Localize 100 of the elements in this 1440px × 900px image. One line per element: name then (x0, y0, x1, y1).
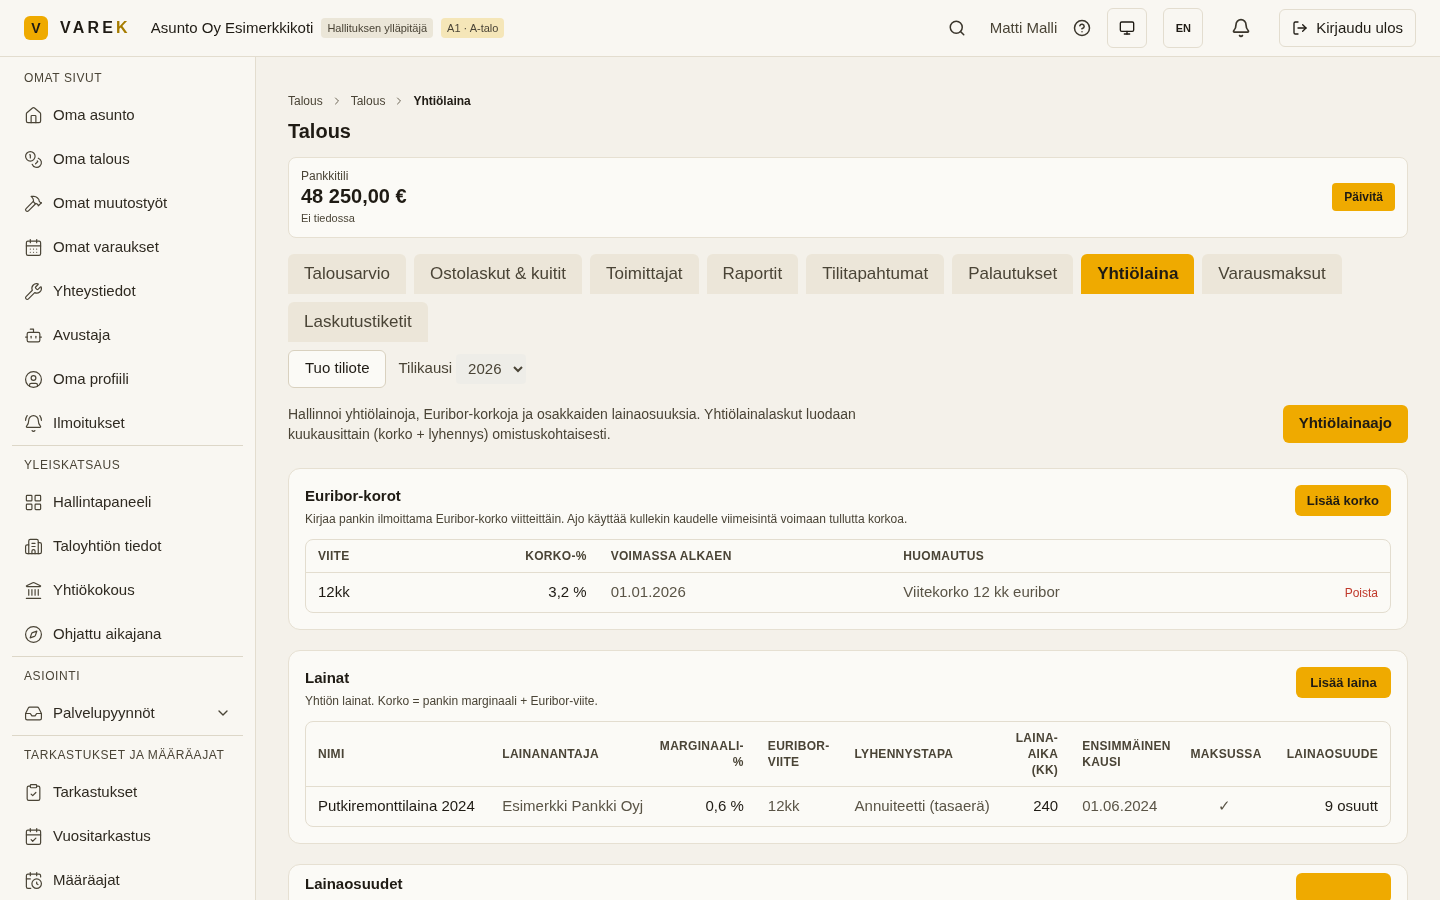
calendar-clock-icon (24, 870, 43, 890)
table-cell: 240 (1033, 797, 1059, 814)
table-cell: 9 osuutt (1324, 797, 1378, 814)
table-cell: Esimerkki Pankki Oyj (502, 797, 644, 814)
section-description: Yhtiön lainat. Korko = pankin marginaali + Euribor-viite. (305, 693, 598, 709)
column-header: LYHENNYSTAPA (854, 747, 954, 761)
column-header: LAINA-AIKA (KK) (1015, 731, 1059, 777)
display-button[interactable] (1107, 8, 1148, 48)
house-icon (24, 105, 43, 125)
delete-link[interactable]: Poista (1344, 585, 1378, 601)
bell-icon[interactable] (1231, 18, 1252, 38)
column-header: MAKSUSSA (1190, 747, 1262, 761)
table-cell: 01.06.2024 (1082, 797, 1158, 814)
column-header: KORKO-% (525, 549, 587, 563)
column-header: HUOMAUTUS (903, 549, 985, 563)
loan-run-button[interactable]: Yhtiölainaajo (1282, 404, 1408, 443)
table-cell: 0,6 % (705, 797, 744, 814)
sidebar-item[interactable]: Vuositarkastus (12, 814, 243, 858)
column-header: VOIMASSA ALKAEN (610, 549, 732, 563)
tab[interactable]: Tilitapahtumat (806, 253, 945, 294)
section-title: Lainaosuudet (305, 873, 403, 894)
sidebar-item[interactable]: Yhtiökokous (12, 568, 243, 612)
balance-note: Ei tiedossa (301, 211, 356, 226)
add-button[interactable]: Lisää korko (1294, 484, 1391, 516)
sidebar-item[interactable]: Oma talous (12, 137, 243, 181)
grid-icon (24, 492, 43, 512)
bell-icon (24, 413, 43, 433)
sidebar-item[interactable]: Tarkastukset (12, 770, 243, 814)
table-cell: 12kk (318, 583, 350, 600)
tab[interactable]: Talousarvio (288, 253, 406, 294)
logout-button[interactable]: Kirjaudu ulos (1279, 9, 1416, 47)
tab[interactable]: Varausmaksut (1202, 253, 1342, 294)
sidebar-item[interactable]: Oma asunto (12, 93, 243, 137)
refresh-button[interactable]: Päivitä (1332, 183, 1395, 212)
tab[interactable]: Yhtiölaina (1081, 253, 1195, 294)
search-icon[interactable] (947, 19, 966, 37)
coins-icon (24, 149, 43, 169)
tab[interactable]: Toimittajat (590, 253, 699, 294)
sidebar-item[interactable]: Taloyhtiön tiedot (12, 524, 243, 568)
building-icon (24, 536, 43, 556)
sidebar-item[interactable]: Määräajat (12, 858, 243, 900)
sidebar-item[interactable]: Omat muutostyöt (12, 181, 243, 225)
sidebar-item[interactable]: Ohjattu aikajana (12, 612, 243, 656)
calendar-check-icon (24, 826, 43, 846)
column-header: EURIBOR-VIITE (767, 739, 830, 769)
table-cell: Putkiremonttilaina 2024 (318, 797, 475, 814)
page-title: Talous (288, 119, 352, 144)
bank-balance: 48 250,00 € (301, 184, 407, 208)
table-cell: 3,2 % (548, 583, 587, 600)
sidebar-heading: YLEISKATSAUS (24, 458, 121, 472)
table-cell: ✓ (1218, 797, 1232, 814)
logo-text: VARE K (60, 18, 131, 38)
period-label: Tilikausi (398, 358, 453, 379)
help-icon[interactable] (1073, 19, 1092, 37)
section-title: Euribor-korot (305, 485, 402, 506)
breadcrumb-link[interactable]: Talous (288, 93, 323, 109)
sidebar-item[interactable]: Palvelupyynnöt (12, 691, 243, 735)
sidebar-item[interactable]: Ilmoitukset (12, 401, 243, 445)
wrench-icon (24, 281, 43, 301)
columns-building-icon (24, 580, 43, 600)
monitor-icon (1119, 20, 1136, 36)
table-cell: 01.01.2026 (610, 583, 686, 600)
period-select[interactable]: 2026 (456, 353, 527, 384)
bank-label: Pankkitili (301, 168, 350, 184)
user-circle-icon (24, 369, 43, 389)
sidebar-item[interactable]: Omat varaukset (12, 225, 243, 269)
compass-icon (24, 624, 43, 644)
tab[interactable]: Ostolaskut & kuitit (414, 253, 583, 294)
language-button[interactable]: EN (1163, 8, 1204, 48)
role-badge: A1 · A-talo (441, 17, 505, 39)
section-title: Lainat (305, 667, 351, 688)
user-name[interactable]: Matti Malli (989, 16, 1058, 40)
column-header: LAINAOSUUDE (1286, 747, 1378, 761)
sidebar-item[interactable]: Hallintapaneeli (12, 480, 243, 524)
sidebar-heading: OMAT SIVUT (24, 71, 103, 85)
breadcrumb-link[interactable]: Talous (350, 93, 386, 109)
clipboard-check-icon (24, 782, 43, 802)
table-cell: 12kk (767, 797, 800, 814)
tab[interactable]: Raportit (706, 253, 799, 294)
intro-text: Hallinnoi yhtiölainoja, Euribor-korkoja ja osakkaiden lainaosuuksia. Yhtiölainalaskut luodaan kuukausittain (korko + lyhennys) omistuskohtaisesti. (288, 404, 857, 444)
section-description: Kirjaa pankin ilmoittama Euribor-korko viitteittäin. Ajo käyttää kullekin kaudelle viimeisintä voimaan tullutta korkoa. (305, 511, 908, 527)
hammer-icon (24, 193, 43, 213)
calendar-icon (24, 237, 43, 257)
logo-mark: V (24, 16, 48, 40)
import-button[interactable]: Tuo tiliote (288, 349, 387, 388)
sidebar-heading: TARKASTUKSET JA MÄÄRÄAJAT (24, 748, 225, 762)
tab[interactable]: Laskutustiketit (288, 301, 428, 342)
company-name: Asunto Oy Esimerkkikoti (150, 17, 314, 38)
table-cell: Annuiteetti (tasaerä) (854, 797, 990, 814)
column-header: MARGINAALI-% (659, 739, 744, 769)
tab[interactable]: Palautukset (952, 253, 1074, 294)
role-badge: Hallituksen ylläpitäjä (321, 17, 434, 39)
add-button[interactable]: Lisää laina (1296, 666, 1391, 698)
sidebar-item[interactable]: Oma profiili (12, 357, 243, 401)
sidebar-item[interactable]: Avustaja (12, 313, 243, 357)
sidebar-item[interactable]: Yhteystiedot (12, 269, 243, 313)
column-header: LAINANANTAJA (502, 747, 599, 761)
column-header: VIITE (318, 549, 350, 563)
sidebar-heading: ASIOINTI (24, 669, 81, 683)
column-header: NIMI (318, 747, 345, 761)
